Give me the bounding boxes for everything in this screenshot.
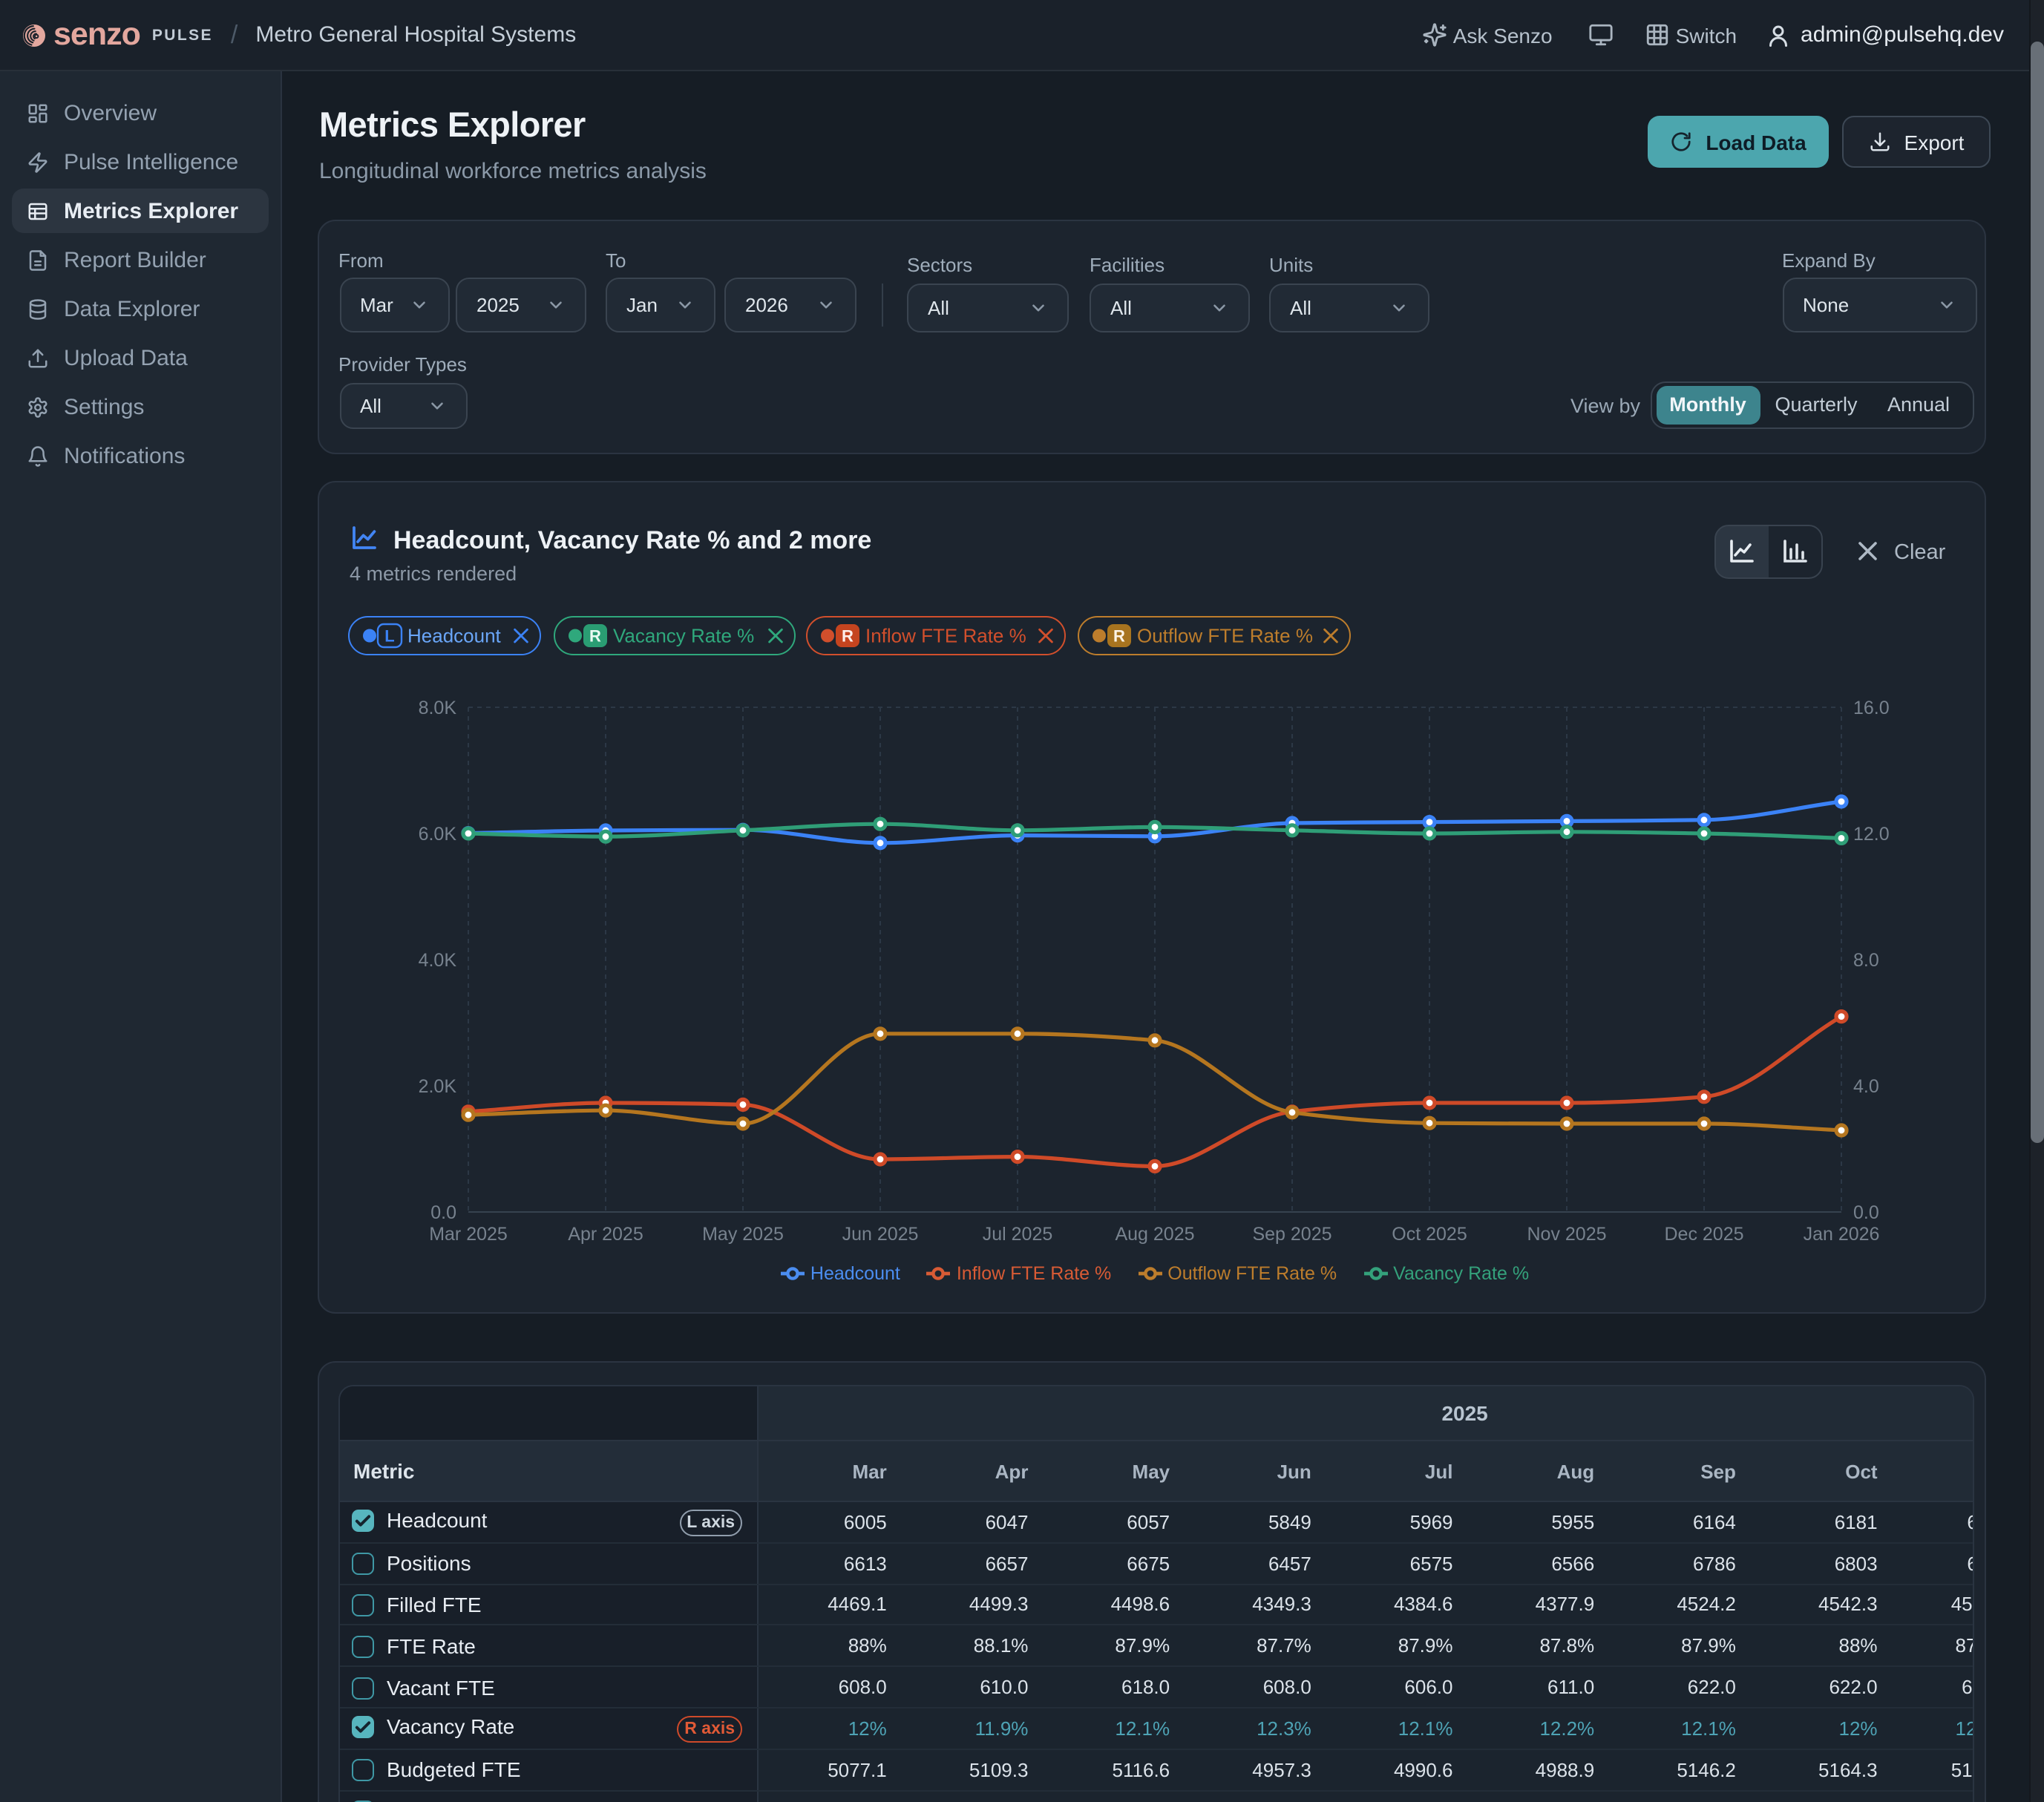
svg-text:0.0: 0.0 [430,1202,456,1223]
svg-text:May 2025: May 2025 [702,1224,784,1245]
svg-text:Sep 2025: Sep 2025 [1252,1224,1331,1245]
svg-text:8.0K: 8.0K [419,698,457,718]
svg-text:12.0: 12.0 [1853,824,1890,845]
svg-text:R: R [589,627,601,646]
svg-text:2.0K: 2.0K [419,1076,457,1097]
svg-text:Nov 2025: Nov 2025 [1527,1224,1606,1245]
svg-text:Aug 2025: Aug 2025 [1115,1224,1194,1245]
svg-text:L: L [384,627,394,646]
svg-text:Mar 2025: Mar 2025 [429,1224,508,1245]
svg-text:6.0K: 6.0K [419,824,457,845]
svg-text:Clear: Clear [1894,540,1946,564]
svg-text:Oct 2025: Oct 2025 [1392,1224,1467,1245]
svg-text:Jul 2025: Jul 2025 [983,1224,1053,1245]
svg-text:Headcount, Vacancy Rate % and: Headcount, Vacancy Rate % and 2 more [393,526,871,554]
svg-text:4.0K: 4.0K [419,950,457,971]
svg-text:4.0: 4.0 [1853,1076,1879,1097]
svg-text:Inflow FTE Rate %: Inflow FTE Rate % [865,625,1026,647]
svg-text:16.0: 16.0 [1853,698,1890,718]
svg-text:Vacancy Rate %: Vacancy Rate % [613,625,754,647]
svg-text:4 metrics rendered: 4 metrics rendered [350,563,517,585]
svg-text:Dec 2025: Dec 2025 [1664,1224,1743,1245]
svg-text:8.0: 8.0 [1853,950,1879,971]
svg-text:Jan 2026: Jan 2026 [1804,1224,1880,1245]
svg-text:0.0: 0.0 [1853,1202,1879,1223]
svg-text:Headcount: Headcount [407,625,502,647]
svg-text:Jun 2025: Jun 2025 [842,1224,919,1245]
svg-text:Apr 2025: Apr 2025 [568,1224,643,1245]
svg-text:R: R [842,627,854,646]
svg-text:Outflow FTE Rate %: Outflow FTE Rate % [1137,625,1313,647]
svg-text:R: R [1113,627,1125,646]
